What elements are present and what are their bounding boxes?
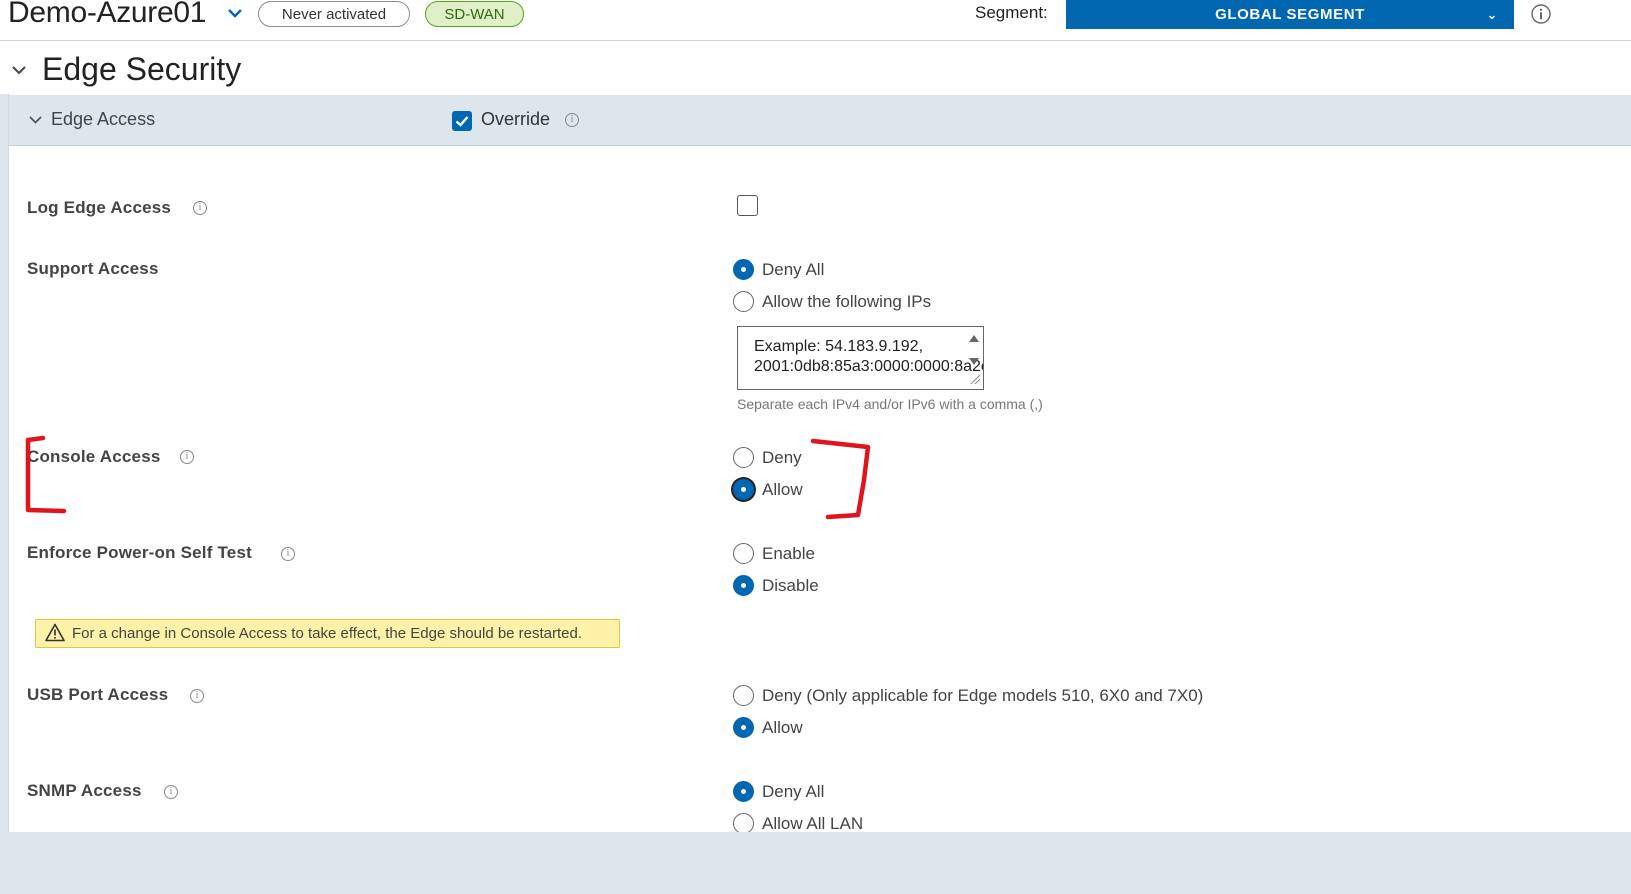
restart-warning-banner: For a change in Console Access to take e… [35,619,620,648]
log-edge-access-label: Log Edge Access [27,198,172,217]
status-badge: Never activated [258,1,410,27]
edge-security-section-header: Edge Security [0,41,1631,94]
section-collapse-chevron-icon[interactable] [10,61,28,79]
radio-selected[interactable] [733,781,754,802]
edge-chevron-down-icon[interactable] [226,4,244,22]
option-label: Disable [762,576,819,595]
usb-port-access-label: USB Port Access [27,685,169,704]
radio-unselected[interactable] [733,447,754,468]
radio-unselected[interactable] [733,543,754,564]
option-label: Deny [762,448,802,467]
info-icon[interactable]: i [565,113,579,127]
console-access-label: Console Access [27,447,161,466]
option-label: Deny All [762,782,825,801]
segment-dropdown[interactable]: GLOBAL SEGMENT ⌄ [1066,0,1514,29]
top-bar: Demo-Azure01 Never activated SD-WAN Segm… [0,0,1631,41]
radio-selected[interactable] [733,259,754,280]
textarea-scrollbar[interactable] [967,330,981,386]
info-icon[interactable]: i [164,785,178,799]
info-icon[interactable]: i [190,689,204,703]
option-label: Allow the following IPs [762,292,932,311]
info-icon[interactable]: i [281,547,295,561]
section-title: Edge Security [42,51,242,87]
log-edge-access-checkbox[interactable] [737,195,758,216]
allowed-ips-textarea[interactable]: Example: 54.183.9.192, 2001:0db8:85a3:00… [737,326,984,390]
type-badge: SD-WAN [425,1,524,27]
override-label: Override [481,109,551,129]
warning-icon [45,623,65,642]
radio-selected[interactable] [733,479,754,500]
info-icon[interactable]: i [180,450,194,464]
support-access-label: Support Access [27,259,159,278]
radio-unselected[interactable] [733,813,754,834]
option-label: Deny All [762,260,825,279]
segment-value: GLOBAL SEGMENT [1215,6,1365,23]
radio-unselected[interactable] [733,291,754,312]
panel-title: Edge Access [51,109,156,129]
info-icon[interactable]: i [193,201,207,215]
textarea-placeholder: Example: 54.183.9.192, 2001:0db8:85a3:00… [754,338,984,375]
option-label: Allow [762,480,803,499]
post-label: Enforce Power-on Self Test [27,543,252,562]
page-footer-area [0,832,1631,894]
option-label: Allow All LAN [762,814,864,833]
chevron-down-icon: ⌄ [1486,7,1498,22]
edge-name: Demo-Azure01 [8,0,207,29]
radio-selected[interactable] [733,717,754,738]
option-label: Deny (Only applicable for Edge models 51… [762,686,1204,705]
snmp-access-label: SNMP Access [27,781,142,800]
checkmark-icon [455,116,469,127]
option-label: Enable [762,544,815,563]
warning-text: For a change in Console Access to take e… [72,625,583,642]
radio-unselected[interactable] [733,685,754,706]
edge-access-panel: Edge Access Override i [8,94,1631,832]
panel-collapse-chevron-icon[interactable] [28,112,43,127]
ip-hint-text: Separate each IPv4 and/or IPv6 with a co… [737,396,1043,412]
segment-label: Segment: [975,3,1048,22]
option-label: Allow [762,718,803,737]
info-icon[interactable] [1531,4,1551,24]
radio-selected[interactable] [733,575,754,596]
override-checkbox[interactable] [452,111,472,131]
edge-access-header: Edge Access Override i [9,95,1631,146]
